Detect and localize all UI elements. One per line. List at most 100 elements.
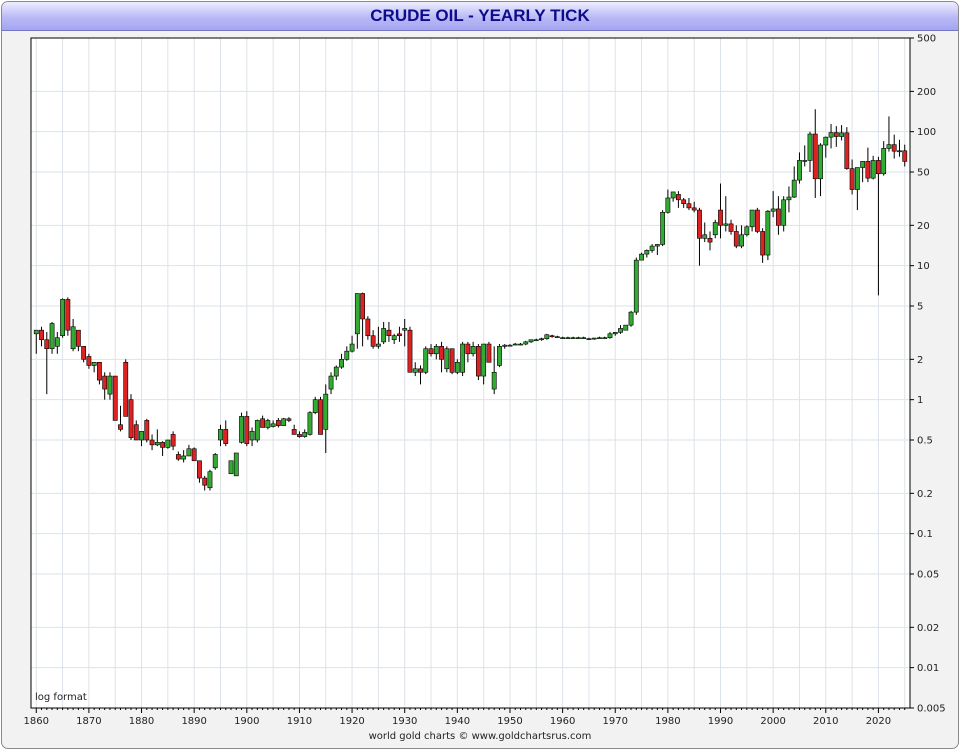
candle-body — [323, 393, 329, 430]
candle-body — [865, 161, 871, 179]
y-tick-label: 0.1 — [917, 529, 933, 540]
x-tick-label: 1880 — [129, 716, 154, 727]
y-tick-label: 1 — [917, 395, 923, 406]
candle-body — [760, 231, 766, 256]
y-tick-label: 10 — [917, 261, 930, 272]
candle-body — [49, 323, 55, 350]
candle-body — [876, 160, 881, 175]
candle-body — [839, 132, 844, 137]
x-tick-label: 1900 — [234, 716, 259, 727]
y-tick-label: 50 — [917, 168, 930, 179]
y-tick-label: 0.02 — [917, 623, 939, 634]
candle-body — [165, 439, 171, 448]
candle-body — [560, 337, 566, 340]
candle-body — [244, 416, 250, 444]
candle-body — [628, 311, 634, 326]
candle-body — [481, 343, 487, 377]
candle-body — [781, 199, 787, 226]
candle-body — [133, 424, 139, 441]
candle-body — [491, 372, 497, 390]
candle-body — [333, 366, 339, 377]
candle-body — [139, 431, 144, 441]
x-tick-label: 1980 — [655, 716, 680, 727]
candle-body — [233, 452, 239, 477]
candle-body — [533, 339, 539, 342]
candle-body — [339, 359, 344, 368]
candle-body — [207, 471, 213, 489]
candle-body — [828, 132, 834, 138]
candle-body — [860, 161, 866, 168]
x-tick-label: 1860 — [24, 716, 49, 727]
candle-body — [386, 329, 392, 337]
candle-body — [707, 238, 713, 243]
candle-body — [854, 167, 860, 190]
candle-body — [291, 429, 297, 435]
candle-body — [902, 150, 908, 162]
candle-body — [360, 293, 366, 320]
candle-body — [818, 144, 823, 180]
x-tick-label: 1960 — [550, 716, 575, 727]
candle-body — [370, 335, 376, 347]
candle-body — [586, 338, 592, 341]
candle-body — [591, 337, 597, 340]
candle-body — [691, 207, 697, 211]
candle-body — [770, 208, 776, 212]
candle-body — [102, 375, 108, 390]
candle-body — [665, 197, 671, 213]
candle-body — [112, 375, 118, 421]
candle-body — [718, 209, 723, 226]
candle-body — [486, 343, 492, 363]
candle-body — [418, 368, 423, 373]
y-tick-label: 100 — [917, 127, 936, 138]
candle-body — [160, 442, 165, 448]
candle-body — [60, 299, 65, 337]
x-tick-label: 2010 — [813, 716, 838, 727]
candle-body — [570, 337, 576, 340]
candle-body — [44, 339, 50, 350]
candle-body — [554, 336, 560, 339]
candle-body — [312, 399, 318, 413]
candle-body — [270, 423, 276, 427]
candle-body — [549, 335, 555, 338]
candle-body — [260, 418, 265, 428]
candle-body — [70, 326, 76, 350]
candle-body — [344, 350, 350, 360]
x-tick-label: 1990 — [708, 716, 733, 727]
candle-body — [639, 253, 644, 261]
x-tick-label: 1870 — [76, 716, 101, 727]
candle-body — [391, 335, 397, 341]
candle-body — [81, 346, 87, 360]
candle-body — [118, 424, 123, 430]
candle-body — [286, 418, 292, 421]
candle-body — [497, 346, 502, 366]
candle-body — [686, 203, 692, 209]
candle-body — [181, 455, 187, 460]
candle-body — [197, 460, 202, 479]
candle-body — [402, 328, 408, 331]
candle-body — [654, 244, 660, 247]
y-tick-label: 5 — [917, 302, 923, 313]
candle-body — [681, 199, 687, 205]
candle-body — [754, 209, 760, 232]
candle-body — [733, 231, 739, 247]
candle-body — [644, 250, 650, 255]
candle-body — [239, 416, 244, 443]
candle-body — [107, 375, 113, 395]
candle-body — [749, 209, 755, 228]
candle-body — [149, 439, 155, 446]
candle-body — [660, 212, 666, 245]
candle-body — [776, 208, 781, 226]
candle-body — [891, 144, 897, 152]
candle-body — [602, 337, 608, 340]
candle-body — [218, 429, 223, 441]
candle-body — [697, 209, 702, 239]
candle-body — [212, 454, 218, 469]
candle-body — [623, 324, 629, 331]
candle-body — [381, 328, 387, 343]
candle-body — [618, 328, 623, 333]
candle-body — [597, 337, 602, 340]
candle-body — [744, 226, 750, 236]
x-tick-label: 1950 — [497, 716, 522, 727]
candle-body — [91, 362, 97, 366]
candle-body — [870, 160, 876, 179]
